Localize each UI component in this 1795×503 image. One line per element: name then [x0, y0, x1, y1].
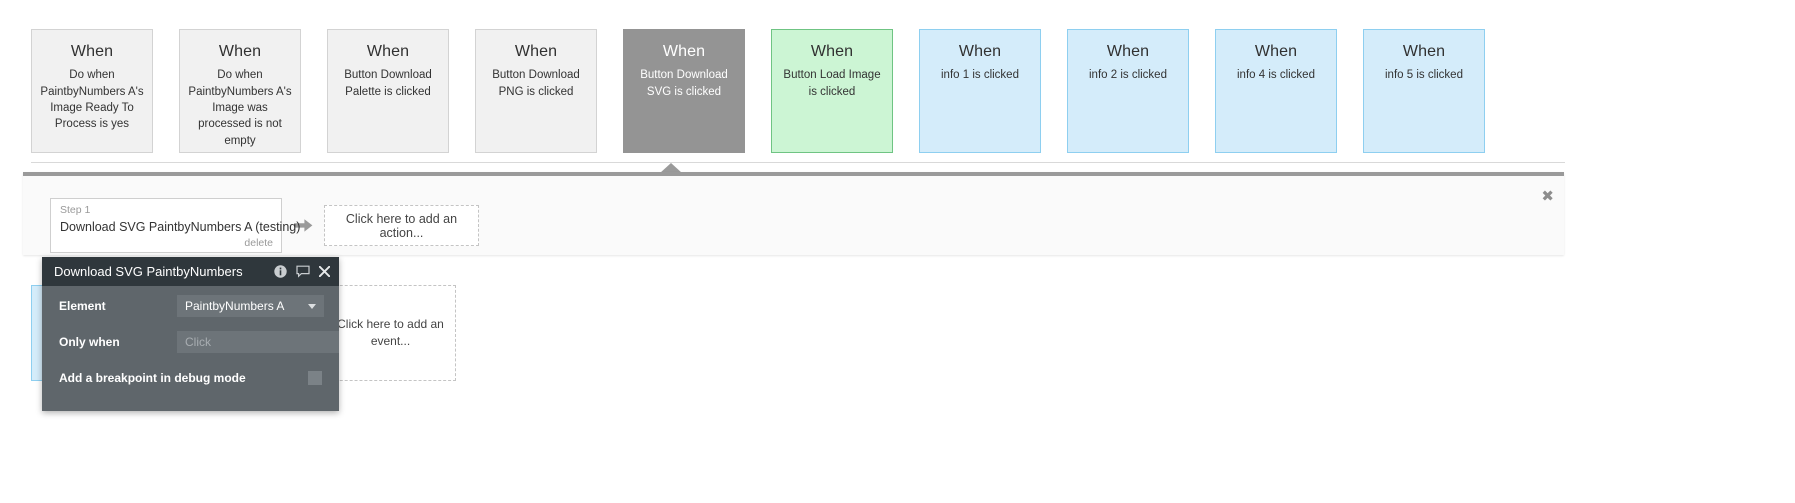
- event-card-when-title: When: [1254, 43, 1298, 60]
- event-card-description: Button Download Palette is clicked: [344, 69, 432, 98]
- event-card-when-title: When: [218, 43, 262, 60]
- chevron-down-icon: [308, 303, 316, 309]
- element-dropdown-value: PaintbyNumbers A: [185, 299, 285, 313]
- event-card-description: Button Load Image is clicked: [783, 69, 881, 98]
- event-card-6[interactable]: When Button Load Image is clicked: [771, 29, 893, 153]
- step-title: Download SVG PaintbyNumbers A (testing): [60, 219, 301, 234]
- event-card-1[interactable]: When Do when PaintbyNumbers A's Image Rea…: [31, 29, 153, 153]
- event-card-description: Do when PaintbyNumbers A's Image Ready T…: [40, 69, 144, 131]
- step-strip: Step 1 Download SVG PaintbyNumbers A (te…: [50, 198, 479, 254]
- properties-panel-title: Download SVG PaintbyNumbers: [54, 264, 243, 279]
- only-when-row: Only when Click: [42, 324, 339, 360]
- event-card-10[interactable]: When info 5 is clicked: [1363, 29, 1485, 153]
- add-event-label: Click here to add an event...: [337, 317, 444, 348]
- event-card-description: info 4 is clicked: [1237, 69, 1315, 82]
- event-card-7[interactable]: When info 1 is clicked: [919, 29, 1041, 153]
- event-card-description: info 2 is clicked: [1089, 69, 1167, 82]
- properties-panel-body: Element PaintbyNumbers A Only when Click…: [42, 286, 339, 396]
- properties-panel-header[interactable]: Download SVG PaintbyNumbers: [42, 257, 339, 286]
- action-properties-panel: Download SVG PaintbyNumbers Element Pain…: [42, 257, 339, 411]
- comment-icon[interactable]: [296, 265, 310, 278]
- event-card-description: info 1 is clicked: [941, 69, 1019, 82]
- event-card-description: info 5 is clicked: [1385, 69, 1463, 82]
- event-card-description: Button Download SVG is clicked: [640, 69, 728, 98]
- workflow-panel: ✖ Step 1 Download SVG PaintbyNumbers A (…: [23, 172, 1564, 255]
- event-card-when-title: When: [1402, 43, 1446, 60]
- step-card-1[interactable]: Step 1 Download SVG PaintbyNumbers A (te…: [50, 198, 301, 254]
- event-card-8[interactable]: When info 2 is clicked: [1067, 29, 1189, 153]
- step-delete-link[interactable]: delete: [60, 237, 273, 251]
- event-card-4[interactable]: When Button Download PNG is clicked: [475, 29, 597, 153]
- breakpoint-label: Add a breakpoint in debug mode: [59, 371, 246, 385]
- breakpoint-checkbox[interactable]: [308, 371, 322, 385]
- breakpoint-row: Add a breakpoint in debug mode: [42, 360, 339, 396]
- only-when-label: Only when: [59, 335, 120, 349]
- event-card-description: Do when PaintbyNumbers A's Image was pro…: [188, 69, 292, 147]
- close-icon[interactable]: ✖: [1541, 189, 1554, 204]
- element-row: Element PaintbyNumbers A: [42, 286, 339, 324]
- event-card-description: Button Download PNG is clicked: [492, 69, 580, 98]
- event-card-9[interactable]: When info 4 is clicked: [1215, 29, 1337, 153]
- event-card-when-title: When: [662, 43, 706, 60]
- event-card-when-title: When: [810, 43, 854, 60]
- add-action-label: Click here to add an action...: [345, 211, 458, 240]
- only-when-placeholder: Click: [185, 335, 211, 349]
- close-icon[interactable]: [319, 266, 330, 277]
- element-dropdown[interactable]: PaintbyNumbers A: [177, 295, 324, 317]
- event-card-5[interactable]: When Button Download SVG is clicked: [623, 29, 745, 153]
- event-card-when-title: When: [514, 43, 558, 60]
- info-icon[interactable]: [274, 265, 287, 278]
- event-card-when-title: When: [1106, 43, 1150, 60]
- add-action-box[interactable]: Click here to add an action...: [324, 205, 479, 247]
- event-card-row: When Do when PaintbyNumbers A's Image Rea…: [31, 29, 1511, 153]
- event-card-when-title: When: [366, 43, 410, 60]
- event-card-2[interactable]: When Do when PaintbyNumbers A's Image was…: [179, 29, 301, 153]
- event-card-when-title: When: [958, 43, 1002, 60]
- event-card-3[interactable]: When Button Download Palette is clicked: [327, 29, 449, 153]
- element-label: Element: [59, 299, 106, 313]
- only-when-input[interactable]: Click: [177, 331, 339, 353]
- row-divider: [31, 162, 1565, 163]
- workflow-canvas: When Do when PaintbyNumbers A's Image Rea…: [0, 0, 1795, 503]
- event-card-when-title: When: [70, 43, 114, 60]
- add-event-box[interactable]: Click here to add an event...: [325, 285, 456, 381]
- step-number-label: Step 1: [60, 204, 91, 216]
